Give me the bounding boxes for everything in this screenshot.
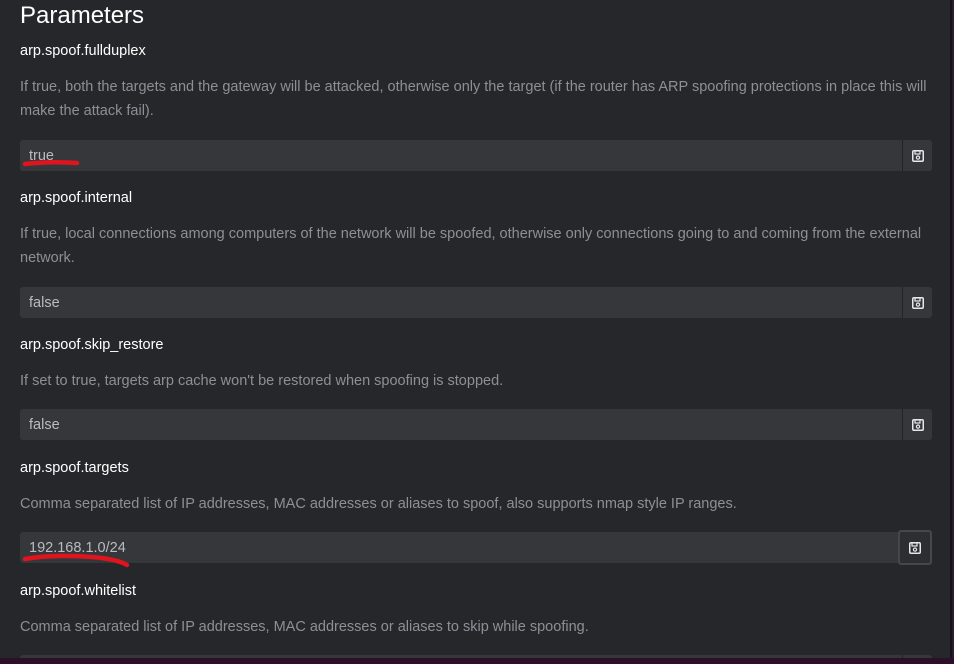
internal-input[interactable] bbox=[20, 287, 902, 318]
floppy-disk-icon bbox=[911, 418, 924, 431]
page-title: Parameters bbox=[20, 2, 145, 29]
param-targets: arp.spoof.targets Comma separated list o… bbox=[20, 459, 932, 565]
scrollbar-divider bbox=[950, 0, 952, 664]
save-button[interactable] bbox=[902, 409, 932, 440]
param-internal: arp.spoof.internal If true, local connec… bbox=[20, 189, 932, 318]
param-name: arp.spoof.skip_restore bbox=[20, 337, 164, 353]
save-button[interactable] bbox=[898, 530, 932, 565]
floppy-disk-icon bbox=[911, 149, 924, 162]
param-whitelist: arp.spoof.whitelist Comma separated list… bbox=[20, 582, 932, 658]
param-name: arp.spoof.targets bbox=[20, 460, 129, 476]
floppy-disk-icon bbox=[911, 296, 924, 309]
fullduplex-input[interactable] bbox=[20, 140, 902, 171]
param-skip-restore: arp.spoof.skip_restore If set to true, t… bbox=[20, 336, 932, 440]
param-description: Comma separated list of IP addresses, MA… bbox=[20, 619, 589, 635]
param-description: Comma separated list of IP addresses, MA… bbox=[20, 496, 737, 512]
param-name: arp.spoof.internal bbox=[20, 190, 133, 206]
param-fullduplex: arp.spoof.fullduplex If true, both the t… bbox=[20, 42, 932, 171]
param-description: If true, local connections among compute… bbox=[20, 226, 922, 266]
floppy-disk-icon bbox=[909, 541, 921, 554]
window-bottom-border bbox=[0, 658, 954, 664]
param-field bbox=[20, 140, 932, 171]
param-name: arp.spoof.whitelist bbox=[20, 583, 137, 599]
scrollbar-track[interactable] bbox=[950, 0, 954, 664]
param-description: If set to true, targets arp cache won't … bbox=[20, 373, 504, 389]
targets-input[interactable] bbox=[20, 532, 898, 563]
param-field bbox=[20, 530, 932, 565]
param-name: arp.spoof.fullduplex bbox=[20, 43, 146, 59]
save-button[interactable] bbox=[902, 140, 932, 171]
param-field bbox=[20, 287, 932, 318]
param-field bbox=[20, 409, 932, 440]
skip-restore-input[interactable] bbox=[20, 409, 902, 440]
parameters-panel: Parameters arp.spoof.fullduplex If true,… bbox=[0, 0, 950, 658]
param-description: If true, both the targets and the gatewa… bbox=[20, 79, 927, 119]
save-button[interactable] bbox=[902, 287, 932, 318]
